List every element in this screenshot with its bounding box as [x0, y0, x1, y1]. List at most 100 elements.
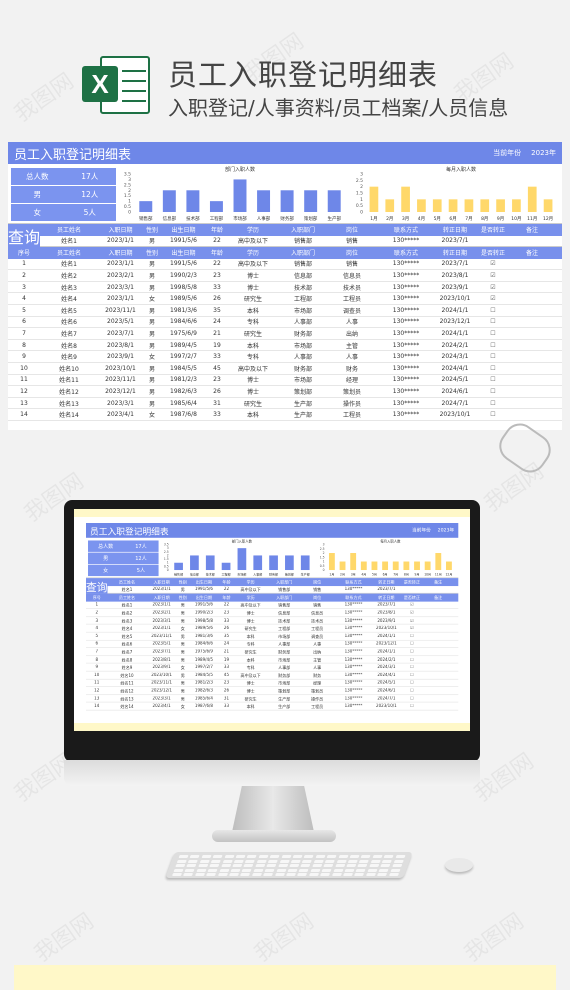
- bar-工程部: [209, 201, 223, 212]
- table-row: 6 姓名6 2023/5/1 男 1984/6/6 24 专科 人事部 人事 130***** 20…: [8, 317, 562, 329]
- table-cell: 工程员: [342, 412, 361, 420]
- table-cell: 工程部: [293, 296, 312, 304]
- checkbox[interactable]: ☑: [474, 272, 512, 279]
- checkbox[interactable]: ☐: [399, 680, 425, 685]
- query-cell[interactable]: 销售: [301, 586, 333, 593]
- key: [300, 864, 311, 868]
- query-cell[interactable]: 姓名1: [40, 236, 98, 245]
- column-header: 岗位: [313, 595, 322, 601]
- table-cell: 2023/11/1: [105, 376, 136, 384]
- checkbox[interactable]: ☑: [474, 260, 512, 267]
- key: [281, 855, 292, 858]
- column-header: 岗位: [313, 580, 322, 586]
- checkbox[interactable]: ☑: [474, 284, 512, 291]
- key: [279, 859, 290, 863]
- x-tick-label: 1月: [370, 216, 377, 222]
- table-cell: 1997/2/7: [170, 353, 197, 361]
- key: [178, 855, 189, 858]
- y-tick-label: 0: [128, 210, 131, 216]
- checkbox[interactable]: ☐: [399, 704, 425, 709]
- key: [199, 859, 210, 863]
- table-cell: 2023/10/1: [376, 625, 397, 631]
- checkbox[interactable]: ☐: [474, 330, 512, 337]
- query-cell[interactable]: 高中及以下: [234, 586, 268, 593]
- table-cell: 姓名2: [61, 272, 77, 280]
- checkbox[interactable]: ☐: [399, 696, 425, 701]
- query-cell[interactable]: 男: [143, 236, 161, 245]
- query-cell[interactable]: 2023/7/1: [436, 237, 474, 244]
- query-cell[interactable]: 销售部: [278, 236, 328, 245]
- x-tick-label: 技术部: [206, 571, 215, 576]
- table-cell: 男: [180, 688, 185, 694]
- query-cell[interactable]: 130*****: [333, 587, 373, 592]
- query-row[interactable]: 姓名1 2023/1/1 男 1991/5/6 22 高中及以下 销售部 销售 130*****…: [107, 585, 459, 594]
- key: [298, 868, 310, 872]
- query-cell[interactable]: 2023/1/1: [146, 587, 176, 592]
- query-cell[interactable]: 男: [177, 586, 189, 593]
- checkbox[interactable]: ☐: [399, 657, 425, 662]
- checkbox[interactable]: ☑: [399, 610, 425, 615]
- table-cell: 姓名11: [59, 377, 79, 385]
- table-cell: 工程员: [311, 626, 324, 632]
- key: [365, 873, 376, 877]
- query-cell[interactable]: 1991/5/6: [189, 587, 219, 592]
- query-cell[interactable]: 130*****: [376, 237, 436, 244]
- query-block: 查询 员工姓名 入职日期 性别 出生日期 年龄 学历 入职部门 岗位 联系方式 转正日期 是否转正 备注…: [8, 224, 562, 248]
- checkbox[interactable]: ☐: [399, 634, 425, 639]
- table-cell: 130*****: [392, 306, 420, 314]
- table-cell: 19: [213, 341, 221, 349]
- watermark: 我图网: [250, 908, 319, 968]
- table-cell: 销售: [313, 603, 322, 608]
- table-cell: 博士: [246, 688, 255, 694]
- table-row: 4 姓名4 2023/1/1 女 1989/5/6 26 研究生 工程部 工程员 130*****…: [8, 293, 562, 305]
- query-cell[interactable]: 销售部: [267, 586, 301, 593]
- table-cell: 财务部: [293, 330, 312, 338]
- query-cell[interactable]: 高中及以下: [228, 236, 278, 245]
- query-cell[interactable]: 22: [206, 237, 228, 244]
- query-cell[interactable]: 22: [219, 587, 234, 592]
- checkbox[interactable]: ☐: [399, 688, 425, 693]
- checkbox[interactable]: ☐: [474, 365, 512, 372]
- chart-title: 部门入职人数: [225, 166, 255, 173]
- table-cell: 35: [213, 306, 221, 314]
- query-cell[interactable]: 销售: [328, 236, 376, 245]
- checkbox[interactable]: ☐: [474, 318, 512, 325]
- table-cell: 经理: [313, 681, 322, 686]
- table-cell: 13: [20, 399, 28, 407]
- y-tick-label: 1: [360, 197, 363, 203]
- table-cell: 2023/12/1: [376, 641, 397, 647]
- monitor: 员工入职登记明细表 当前年份 2023年 总人数 17人男 12人女 5人 部门入职人数 0 0.…: [64, 500, 480, 762]
- checkbox[interactable]: ☐: [474, 411, 512, 418]
- table-cell: 130*****: [344, 680, 363, 686]
- checkbox[interactable]: ☐: [474, 388, 512, 395]
- checkbox[interactable]: ☑: [474, 295, 512, 302]
- checkbox[interactable]: ☐: [399, 673, 425, 678]
- query-cell[interactable]: 姓名1: [108, 586, 147, 593]
- checkbox[interactable]: ☑: [399, 603, 425, 608]
- query-cell[interactable]: 1991/5/6: [161, 237, 206, 244]
- table-cell: 130*****: [392, 260, 420, 268]
- checkbox[interactable]: ☐: [474, 400, 512, 407]
- checkbox[interactable]: ☑: [399, 618, 425, 623]
- checkbox[interactable]: ☐: [399, 665, 425, 670]
- query-cell[interactable]: 2023/7/1: [374, 587, 400, 592]
- checkbox[interactable]: ☐: [399, 642, 425, 647]
- query-row[interactable]: 姓名1 2023/1/1 男 1991/5/6 22 高中及以下 销售部 销售 130*****…: [40, 235, 562, 248]
- query-label: 查询: [86, 578, 108, 594]
- monitor-stand: [232, 786, 314, 832]
- checkbox[interactable]: ☐: [474, 342, 512, 349]
- table-cell: 21: [223, 649, 230, 655]
- column-header: 入职部门: [276, 595, 293, 601]
- checkbox[interactable]: ☐: [474, 353, 512, 360]
- query-cell[interactable]: 2023/1/1: [98, 237, 143, 244]
- checkbox[interactable]: ☐: [474, 376, 512, 383]
- table-cell: 11: [94, 680, 100, 686]
- x-tick-label: 8月: [404, 572, 409, 576]
- column-header: 年龄: [222, 595, 231, 601]
- bar-信息部: [190, 555, 199, 571]
- checkbox[interactable]: ☐: [474, 307, 512, 314]
- checkbox[interactable]: ☑: [399, 626, 425, 631]
- table-cell: 21: [213, 329, 221, 337]
- key: [196, 868, 207, 872]
- checkbox[interactable]: ☐: [399, 649, 425, 654]
